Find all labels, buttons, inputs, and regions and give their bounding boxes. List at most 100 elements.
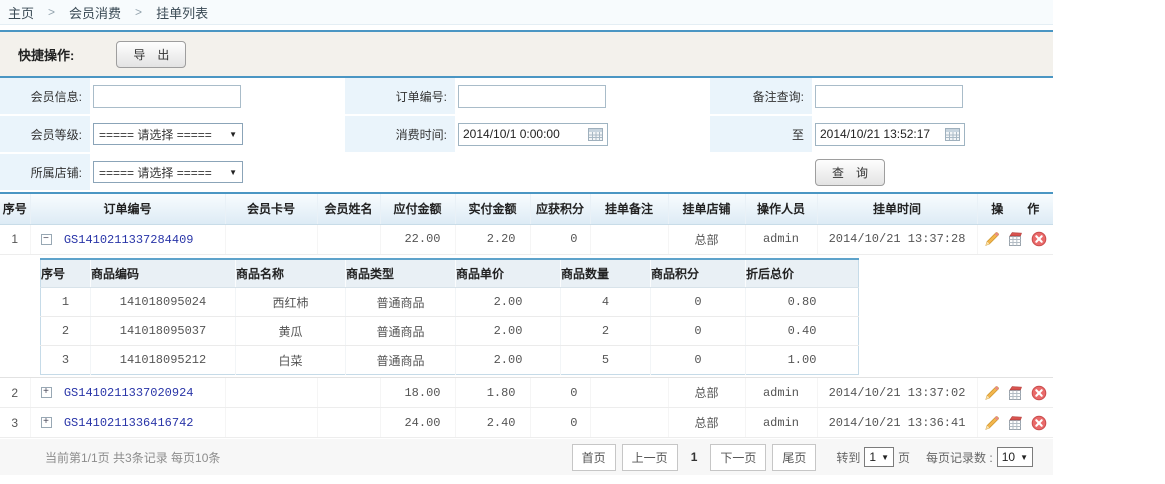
col-index: 序号 [0,193,30,224]
delete-icon[interactable] [1031,231,1047,247]
product-points: 0 [651,317,746,346]
expand-row-icon[interactable]: + [41,417,52,428]
product-price: 2.00 [456,288,561,317]
chevron-down-icon: ▼ [229,168,237,177]
member-level-select[interactable]: ===== 请选择 ===== ▼ [93,123,243,145]
table-row: 2 + GS1410211337020924 18.00 1.80 0 总部 a… [0,378,1053,408]
checkout-register-icon[interactable] [1007,415,1023,431]
product-name: 西红柿 [236,288,346,317]
order-no-label: 订单编号: [345,78,455,116]
first-page-button[interactable]: 首页 [572,444,616,471]
col-store: 挂单店铺 [668,193,745,224]
checkout-register-icon[interactable] [1007,385,1023,401]
product-name: 黄瓜 [236,317,346,346]
member-level-label: 会员等级: [0,116,90,154]
table-row: 3 + GS1410211336416742 24.00 2.40 0 总部 a… [0,408,1053,438]
goto-page-label: 转到 [836,449,860,466]
goto-page-select[interactable]: 1 ▼ [864,447,894,467]
page-size-label: 每页记录数 : [926,449,993,466]
breadcrumb-home[interactable]: 主页 [8,3,34,22]
consume-time-label: 消费时间: [345,116,455,154]
member-name [317,408,380,438]
order-table: 序号 订单编号 会员卡号 会员姓名 应付金额 实付金额 应获积分 挂单备注 挂单… [0,192,1053,438]
consume-time-to-input[interactable]: 2014/10/21 13:52:17 [815,123,965,146]
edit-pencil-icon[interactable] [984,415,1000,431]
sub-col-points: 商品积分 [651,259,746,288]
product-total: 0.40 [746,317,859,346]
prev-page-button[interactable]: 上一页 [622,444,678,471]
product-qty: 4 [561,288,651,317]
goto-page-suffix: 页 [898,449,910,466]
sub-col-qty: 商品数量 [561,259,651,288]
calendar-icon[interactable] [588,127,603,141]
query-button[interactable]: 查 询 [815,159,885,186]
order-time: 2014/10/21 13:37:28 [817,224,977,254]
product-total: 0.80 [746,288,859,317]
table-header-row: 序号 订单编号 会员卡号 会员姓名 应付金额 实付金额 应获积分 挂单备注 挂单… [0,193,1053,224]
quick-action-toolbar: 快捷操作: 导 出 [0,30,1053,78]
row-index: 2 [0,378,30,408]
product-code: 141018095037 [91,317,236,346]
product-row: 1 141018095024 西红柿 普通商品 2.00 4 0 0.80 [41,288,859,317]
operator: admin [745,378,817,408]
card-no [225,408,317,438]
next-page-button[interactable]: 下一页 [710,444,766,471]
product-type: 普通商品 [346,317,456,346]
operator: admin [745,224,817,254]
page-size-select[interactable]: 10 ▼ [997,447,1033,467]
breadcrumb-member-consume[interactable]: 会员消费 [69,3,121,22]
order-no-link[interactable]: GS1410211337284409 [64,233,194,247]
expanded-detail-row: 序号 商品编码 商品名称 商品类型 商品单价 商品数量 商品积分 折后总价 [0,254,1053,378]
consume-time-from-input[interactable]: 2014/10/1 0:00:00 [458,123,608,146]
table-row: 1 − GS1410211337284409 22.00 2.20 0 总部 a… [0,224,1053,254]
delete-icon[interactable] [1031,385,1047,401]
payable-amount: 18.00 [380,378,455,408]
row-index: 1 [0,224,30,254]
pagination-footer: 当前第1/1页 共3条记录 每页10条 首页 上一页 1 下一页 尾页 转到 1… [0,439,1053,475]
paid-amount: 2.20 [455,224,530,254]
expand-row-icon[interactable]: + [41,387,52,398]
points: 0 [530,408,590,438]
remark-query-input[interactable] [815,85,963,108]
paid-amount: 2.40 [455,408,530,438]
order-no-link[interactable]: GS1410211336416742 [64,416,194,430]
breadcrumb-current-page: 挂单列表 [156,3,208,22]
search-form: 会员信息: 订单编号: 备注查询: 会员等级: ===== 请选择 ===== … [0,78,1053,192]
store: 总部 [668,408,745,438]
collapse-row-icon[interactable]: − [41,234,52,245]
product-subtable: 序号 商品编码 商品名称 商品类型 商品单价 商品数量 商品积分 折后总价 [40,258,859,376]
sub-col-price: 商品单价 [456,259,561,288]
store: 总部 [668,224,745,254]
col-order-no: 订单编号 [30,193,225,224]
export-button[interactable]: 导 出 [116,41,186,68]
payable-amount: 22.00 [380,224,455,254]
current-page-number: 1 [691,450,698,464]
product-type: 普通商品 [346,288,456,317]
remark [590,224,668,254]
last-page-button[interactable]: 尾页 [772,444,816,471]
sub-col-name: 商品名称 [236,259,346,288]
checkout-register-icon[interactable] [1007,231,1023,247]
store-select[interactable]: ===== 请选择 ===== ▼ [93,161,243,183]
product-code: 141018095212 [91,346,236,375]
member-info-input[interactable] [93,85,241,108]
time-to-label: 至 [710,116,812,154]
product-price: 2.00 [456,346,561,375]
order-time: 2014/10/21 13:37:02 [817,378,977,408]
order-no-link[interactable]: GS1410211337020924 [64,386,194,400]
calendar-icon[interactable] [945,127,960,141]
delete-icon[interactable] [1031,415,1047,431]
order-no-input[interactable] [458,85,606,108]
col-time: 挂单时间 [817,193,977,224]
breadcrumb-separator: > [135,5,142,19]
member-info-label: 会员信息: [0,78,90,116]
col-card-no: 会员卡号 [225,193,317,224]
edit-pencil-icon[interactable] [984,231,1000,247]
product-qty: 5 [561,346,651,375]
edit-pencil-icon[interactable] [984,385,1000,401]
pagination-controls: 首页 上一页 1 下一页 尾页 转到 1 ▼ 页 每页记录数 : 10 ▼ [572,444,1033,471]
record-summary: 当前第1/1页 共3条记录 每页10条 [45,449,220,466]
product-price: 2.00 [456,317,561,346]
operator: admin [745,408,817,438]
breadcrumb-separator: > [48,5,55,19]
